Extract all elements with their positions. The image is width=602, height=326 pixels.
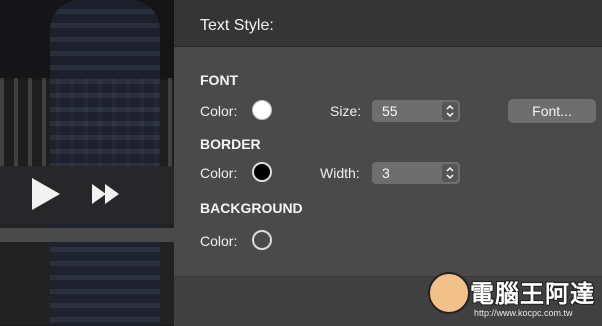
panel-header: Text Style: bbox=[174, 0, 602, 47]
border-color-label: Color: bbox=[200, 165, 238, 181]
font-color-label: Color: bbox=[200, 103, 238, 119]
fast-forward-icon[interactable] bbox=[92, 184, 124, 204]
video-subject bbox=[50, 0, 160, 325]
play-icon[interactable] bbox=[32, 178, 60, 210]
watermark-logo: 電腦王阿達 http://www.kocpc.com.tw bbox=[428, 268, 602, 325]
panel-title: Text Style: bbox=[200, 17, 274, 34]
font-color-swatch[interactable] bbox=[252, 100, 272, 120]
stepper-arrows-icon[interactable] bbox=[442, 102, 458, 120]
border-color-swatch[interactable] bbox=[252, 162, 272, 182]
font-button[interactable]: Font... bbox=[508, 99, 596, 123]
border-width-value: 3 bbox=[382, 165, 390, 181]
player-controls bbox=[0, 166, 174, 224]
font-size-value: 55 bbox=[382, 103, 398, 119]
watermark-text: 電腦王阿達 bbox=[470, 281, 595, 308]
mascot-icon bbox=[428, 272, 470, 314]
font-size-stepper[interactable]: 55 bbox=[372, 100, 460, 122]
stepper-arrows-icon[interactable] bbox=[442, 164, 458, 182]
font-size-label: Size: bbox=[330, 103, 362, 119]
video-preview bbox=[0, 0, 174, 325]
background-color-label: Color: bbox=[200, 233, 238, 249]
border-width-stepper[interactable]: 3 bbox=[372, 162, 460, 184]
watermark-url: http://www.kocpc.com.tw bbox=[474, 308, 573, 318]
border-width-label: Width: bbox=[320, 165, 360, 181]
font-section-heading: FONT bbox=[200, 72, 239, 88]
scrubber-progress bbox=[0, 228, 174, 242]
scrubber-bar[interactable] bbox=[0, 228, 174, 242]
background-section-heading: BACKGROUND bbox=[200, 200, 303, 216]
background-color-swatch[interactable] bbox=[252, 230, 272, 250]
border-section-heading: BORDER bbox=[200, 136, 261, 152]
